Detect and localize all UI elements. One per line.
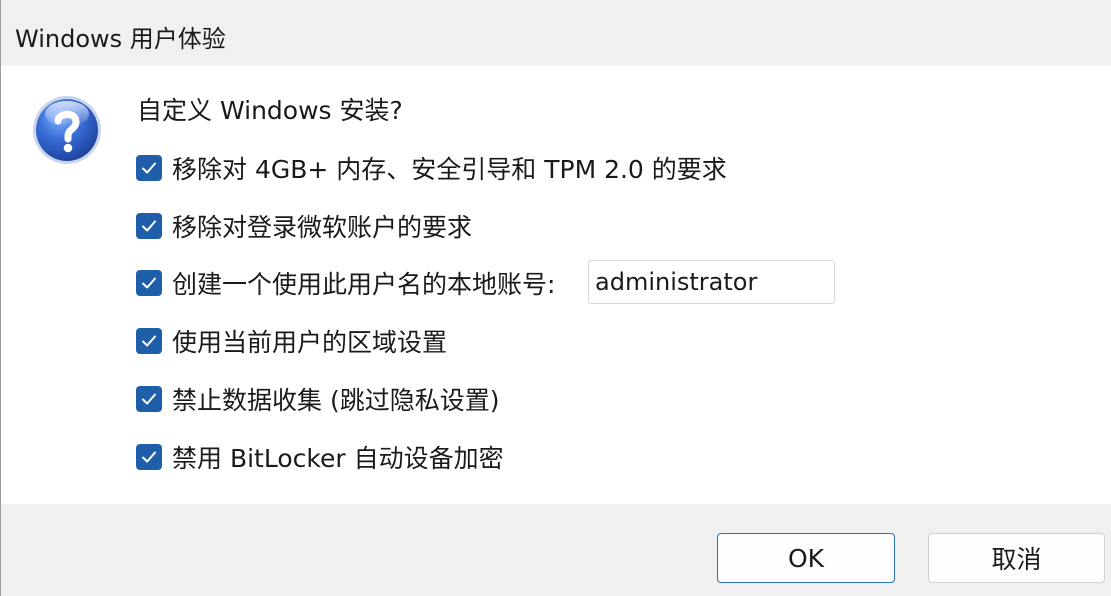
option-label: 移除对 4GB+ 内存、安全引导和 TPM 2.0 的要求 [172,155,727,184]
option-disable-bitlocker[interactable]: 禁用 BitLocker 自动设备加密 [136,442,504,473]
cancel-button[interactable]: 取消 [928,533,1105,583]
checkbox-remove-hardware-requirements[interactable] [136,155,162,181]
dialog-content: 自定义 Windows 安装? 移除对 4GB+ 内存、安全引导和 TPM 2.… [1,66,1111,504]
button-bar: OK 取消 [1,504,1111,596]
option-label: 禁用 BitLocker 自动设备加密 [172,444,504,473]
option-label: 使用当前用户的区域设置 [172,328,448,357]
option-label: 禁止数据收集 (跳过隐私设置) [172,386,500,415]
option-create-local-account[interactable]: 创建一个使用此用户名的本地账号: [136,268,556,299]
checkbox-create-local-account[interactable] [136,270,162,296]
checkmark-icon [142,277,156,289]
checkbox-disable-data-collection[interactable] [136,386,162,412]
option-use-current-region[interactable]: 使用当前用户的区域设置 [136,326,448,357]
checkmark-icon [142,335,156,347]
checkmark-icon [142,220,156,232]
username-field[interactable] [588,260,835,304]
checkbox-remove-microsoft-account[interactable] [136,213,162,239]
question-icon [33,96,101,164]
dialog-prompt: 自定义 Windows 安装? [137,96,403,125]
option-remove-hardware-requirements[interactable]: 移除对 4GB+ 内存、安全引导和 TPM 2.0 的要求 [136,153,727,184]
window-title: Windows 用户体验 [15,25,226,53]
checkmark-icon [142,162,156,174]
option-disable-data-collection[interactable]: 禁止数据收集 (跳过隐私设置) [136,384,500,415]
option-remove-microsoft-account[interactable]: 移除对登录微软账户的要求 [136,211,473,242]
ok-button[interactable]: OK [717,533,895,583]
checkmark-icon [142,451,156,463]
option-label: 移除对登录微软账户的要求 [172,213,473,242]
option-label: 创建一个使用此用户名的本地账号: [172,270,556,299]
checkmark-icon [142,393,156,405]
checkbox-disable-bitlocker[interactable] [136,444,162,470]
dialog-window: Windows 用户体验 自定义 Windows 安装? 移除对 4GB+ 内存… [0,0,1111,596]
title-bar[interactable]: Windows 用户体验 [1,0,1111,66]
checkbox-use-current-region[interactable] [136,328,162,354]
